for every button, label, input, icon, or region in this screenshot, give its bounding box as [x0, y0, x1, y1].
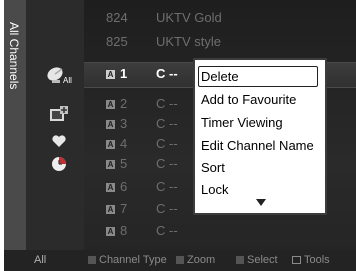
- footer-tools[interactable]: Tools: [292, 250, 330, 271]
- channel-type-badge: A: [106, 100, 115, 109]
- channel-name: C --: [156, 179, 178, 194]
- channel-name: C --: [156, 116, 178, 131]
- green-button-icon: [176, 256, 184, 264]
- footer-channel-type[interactable]: Channel Type: [88, 250, 167, 271]
- scroll-down-arrow-icon[interactable]: [256, 199, 266, 206]
- menu-item-timer-viewing[interactable]: Timer Viewing: [201, 115, 283, 130]
- channel-number: 7: [120, 201, 128, 216]
- red-button-icon: [88, 256, 96, 264]
- channel-type-badge: A: [106, 227, 115, 236]
- footer-select-label: Select: [247, 254, 278, 266]
- footer-bar: All Channel Type Zoom Select Tools: [4, 250, 356, 271]
- channel-list-screen: All Channels All 824 UKTV Gold 825 UKTV …: [0, 0, 356, 271]
- all-channels-strip: All Channels: [4, 0, 26, 250]
- channel-row[interactable]: 825 UKTV style: [84, 31, 356, 53]
- menu-item-delete[interactable]: Delete: [201, 69, 239, 84]
- channel-number: 1: [120, 66, 128, 81]
- channel-name: UKTV style: [156, 34, 222, 49]
- channel-number: 8: [120, 223, 128, 238]
- channel-name: C --: [156, 223, 178, 238]
- all-icon-label: All: [63, 76, 72, 85]
- tools-popup-menu: Delete Add to Favourite Timer Viewing Ed…: [193, 58, 327, 215]
- footer-zoom-label: Zoom: [187, 254, 216, 266]
- channel-name: C --: [156, 66, 178, 81]
- channel-name: C --: [156, 96, 178, 111]
- channel-type-badge: A: [106, 205, 115, 214]
- channel-number: 4: [120, 136, 128, 151]
- menu-item-lock[interactable]: Lock: [201, 182, 228, 197]
- channel-row[interactable]: A 8 C --: [84, 220, 356, 242]
- channel-type-badge: A: [106, 70, 115, 79]
- channel-number: 824: [106, 10, 128, 25]
- channel-name: C --: [156, 136, 178, 151]
- footer-zoom[interactable]: Zoom: [176, 250, 215, 271]
- icon-column: All: [26, 0, 84, 250]
- channel-row[interactable]: 824 UKTV Gold: [84, 7, 356, 29]
- tools-icon: [292, 256, 301, 264]
- timer-clock-icon[interactable]: [51, 156, 67, 177]
- yellow-button-icon: [236, 256, 244, 264]
- footer-select[interactable]: Select: [236, 250, 278, 271]
- channel-name: C --: [156, 156, 178, 171]
- footer-all[interactable]: All: [34, 250, 46, 271]
- menu-item-sort[interactable]: Sort: [201, 160, 225, 175]
- menu-item-add-to-favourite[interactable]: Add to Favourite: [201, 92, 296, 107]
- channel-type-badge: A: [106, 120, 115, 129]
- channel-type-badge: A: [106, 183, 115, 192]
- add-channel-icon[interactable]: [50, 106, 68, 127]
- all-channels-label: All Channels: [7, 22, 21, 90]
- channel-number: 3: [120, 116, 128, 131]
- footer-channel-type-label: Channel Type: [99, 254, 167, 266]
- channel-number: 5: [120, 156, 128, 171]
- menu-item-edit-channel-name[interactable]: Edit Channel Name: [201, 138, 314, 153]
- channel-number: 825: [106, 34, 128, 49]
- channel-type-badge: A: [106, 140, 115, 149]
- channel-number: 6: [120, 179, 128, 194]
- channel-name: C --: [156, 201, 178, 216]
- channel-number: 2: [120, 96, 128, 111]
- channel-type-badge: A: [106, 160, 115, 169]
- favourite-heart-icon[interactable]: [52, 135, 66, 153]
- footer-tools-label: Tools: [304, 254, 330, 266]
- channel-name: UKTV Gold: [156, 10, 222, 25]
